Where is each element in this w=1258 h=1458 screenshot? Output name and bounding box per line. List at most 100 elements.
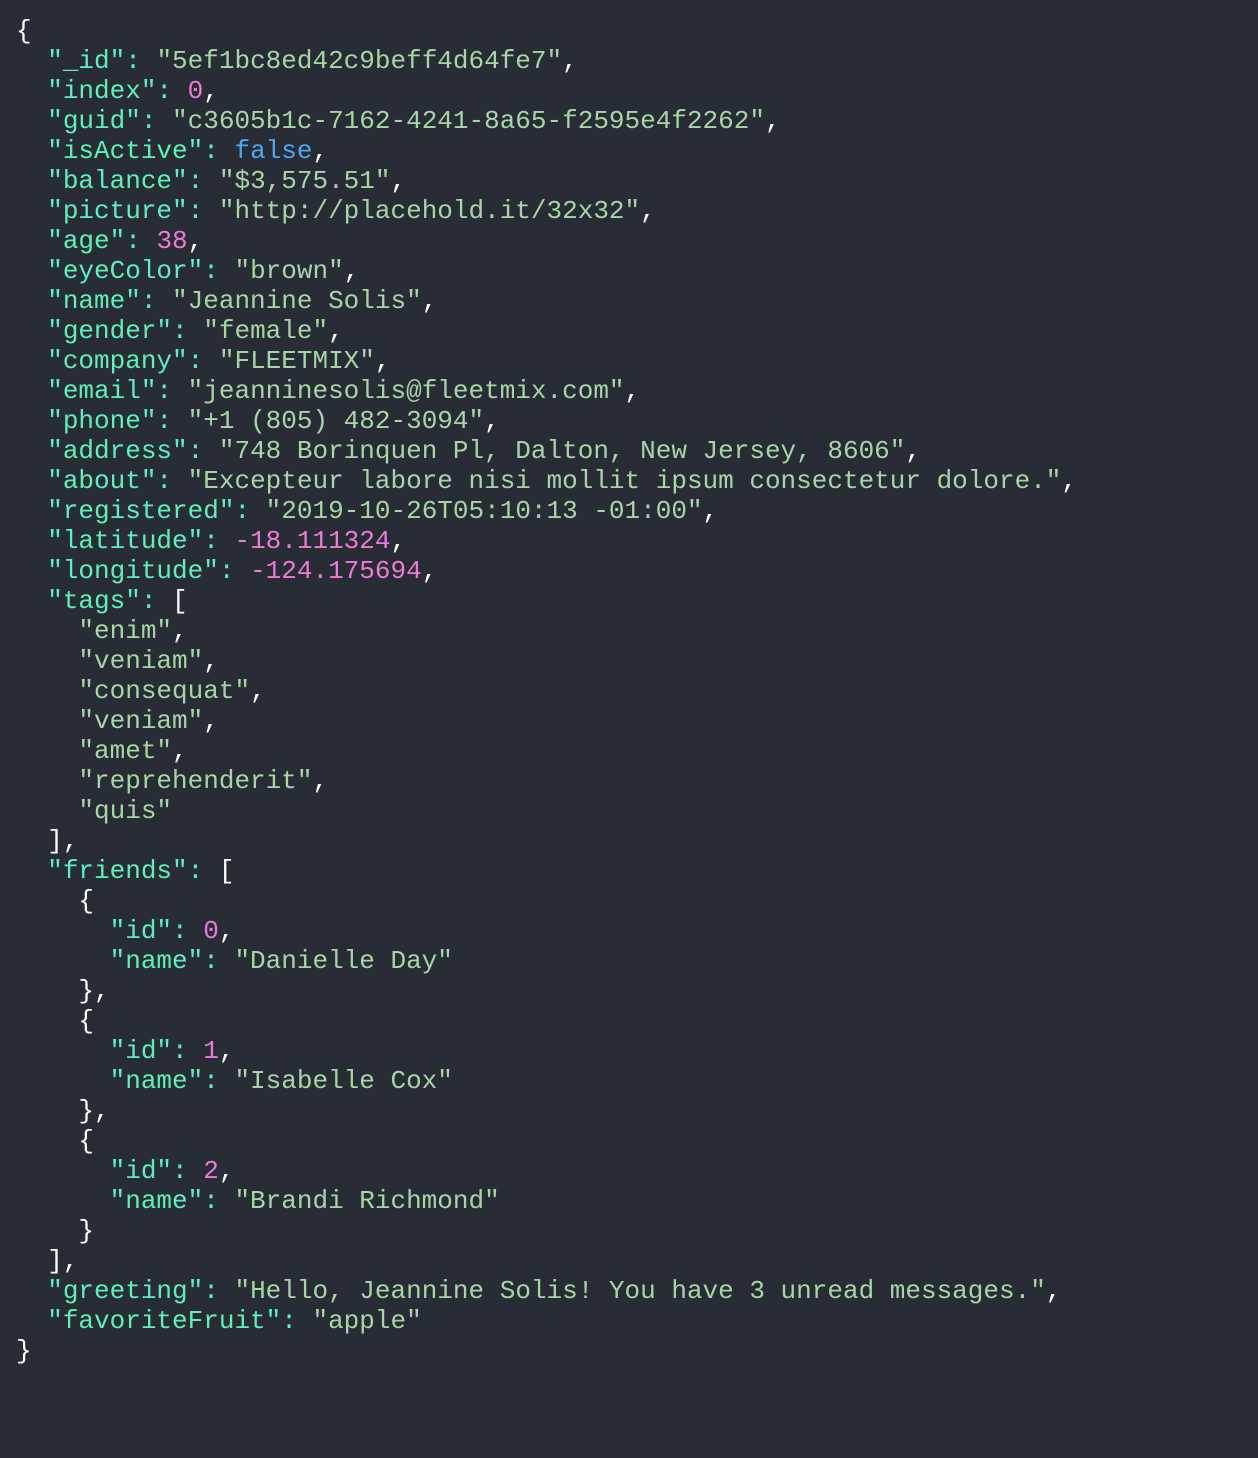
json-line: } <box>16 1216 1077 1246</box>
json-string-value: "reprehenderit" <box>78 766 313 796</box>
json-line: "index": 0, <box>16 76 1077 106</box>
json-object-open: { <box>78 886 95 916</box>
json-line: "company": "FLEETMIX", <box>16 346 1077 376</box>
json-comma: , <box>203 706 219 736</box>
json-key: "balance": <box>47 166 204 196</box>
json-comma: , <box>421 556 438 586</box>
json-key: "name": <box>47 286 157 316</box>
json-line: "veniam", <box>16 706 1077 736</box>
json-string-value: "c3605b1c-7162-4241-8a65-f2595e4f2262" <box>172 106 765 136</box>
json-line: }, <box>16 1096 1077 1126</box>
json-string-value: "consequat" <box>78 676 251 706</box>
json-line: "favoriteFruit": "apple" <box>16 1306 1077 1336</box>
json-comma: , <box>1061 466 1078 496</box>
json-line: "name": "Isabelle Cox" <box>16 1066 1077 1096</box>
json-string-value: "2019-10-26T05:10:13 -01:00" <box>265 496 703 526</box>
json-number-value: 2 <box>203 1156 219 1186</box>
json-key: "favoriteFruit": <box>47 1306 297 1336</box>
json-object-open: { <box>78 1006 95 1036</box>
json-key: "registered": <box>47 496 251 526</box>
json-number-value: 1 <box>203 1036 219 1066</box>
json-comma: , <box>312 136 329 166</box>
json-array-close: ] <box>47 826 63 856</box>
json-string-value: "amet" <box>78 736 173 766</box>
json-line: { <box>16 886 1077 916</box>
json-line: "eyeColor": "brown", <box>16 256 1077 286</box>
json-string-value: "female" <box>203 316 329 346</box>
json-line: "phone": "+1 (805) 482-3094", <box>16 406 1077 436</box>
json-line: "quis" <box>16 796 1077 826</box>
json-line: "consequat", <box>16 676 1077 706</box>
json-key: "email": <box>47 376 173 406</box>
json-key: "guid": <box>47 106 157 136</box>
json-line: "name": "Brandi Richmond" <box>16 1186 1077 1216</box>
json-string-value: "Isabelle Cox" <box>234 1066 453 1096</box>
json-number-value: 0 <box>187 76 204 106</box>
json-string-value: "brown" <box>234 256 344 286</box>
json-line: "friends": [ <box>16 856 1077 886</box>
json-line: "guid": "c3605b1c-7162-4241-8a65-f2595e4… <box>16 106 1077 136</box>
json-line: ], <box>16 1246 1077 1276</box>
json-line: "veniam", <box>16 646 1077 676</box>
json-line: "registered": "2019-10-26T05:10:13 -01:0… <box>16 496 1077 526</box>
json-line: "amet", <box>16 736 1077 766</box>
json-key: "latitude": <box>47 526 219 556</box>
json-string-value: "quis" <box>78 796 173 826</box>
json-key: "name": <box>109 1066 219 1096</box>
json-string-value: "Jeannine Solis" <box>172 286 422 316</box>
json-line: "gender": "female", <box>16 316 1077 346</box>
json-array-open: [ <box>172 586 188 616</box>
json-line: "email": "jeanninesolis@fleetmix.com", <box>16 376 1077 406</box>
json-key: "isActive": <box>47 136 219 166</box>
json-comma: , <box>343 256 360 286</box>
json-line: "greeting": "Hello, Jeannine Solis! You … <box>16 1276 1077 1306</box>
json-comma: , <box>1045 1276 1062 1306</box>
json-string-value: "veniam" <box>78 706 204 736</box>
json-line: { <box>16 16 1077 46</box>
json-array-close: ] <box>47 1246 63 1276</box>
json-string-value: "jeanninesolis@fleetmix.com" <box>187 376 625 406</box>
json-key: "company": <box>47 346 204 376</box>
json-object-open: { <box>16 16 32 46</box>
json-key: "phone": <box>47 406 173 436</box>
json-key: "name": <box>109 946 219 976</box>
json-comma: , <box>94 1096 110 1126</box>
json-comma: , <box>421 286 438 316</box>
json-comma: , <box>905 436 921 466</box>
json-line: "longitude": -124.175694, <box>16 556 1077 586</box>
json-string-value: "veniam" <box>78 646 204 676</box>
json-comma: , <box>250 676 266 706</box>
json-object-open: { <box>78 1126 95 1156</box>
json-key: "id": <box>109 1156 188 1186</box>
json-viewer: { "_id": "5ef1bc8ed42c9beff4d64fe7", "in… <box>16 16 1077 1366</box>
json-comma: , <box>702 496 719 526</box>
json-boolean-value: false <box>234 136 313 166</box>
json-line: } <box>16 1336 1077 1366</box>
json-line: "id": 1, <box>16 1036 1077 1066</box>
json-string-value: "+1 (805) 482-3094" <box>187 406 485 436</box>
json-comma: , <box>218 1156 235 1186</box>
json-string-value: "5ef1bc8ed42c9beff4d64fe7" <box>156 46 563 76</box>
json-key: "eyeColor": <box>47 256 219 286</box>
json-line: "name": "Jeannine Solis", <box>16 286 1077 316</box>
json-comma: , <box>374 346 391 376</box>
json-comma: , <box>640 196 656 226</box>
json-line: "id": 2, <box>16 1156 1077 1186</box>
json-object-close: } <box>78 976 95 1006</box>
json-line: "id": 0, <box>16 916 1077 946</box>
json-string-value: "FLEETMIX" <box>218 346 375 376</box>
json-string-value: "http://placehold.it/32x32" <box>218 196 641 226</box>
json-key: "tags": <box>47 586 157 616</box>
json-comma: , <box>94 976 110 1006</box>
json-line: "picture": "http://placehold.it/32x32", <box>16 196 1077 226</box>
json-line: "balance": "$3,575.51", <box>16 166 1077 196</box>
json-comma: , <box>172 736 188 766</box>
json-comma: , <box>312 766 329 796</box>
json-line: "about": "Excepteur labore nisi mollit i… <box>16 466 1077 496</box>
json-array-open: [ <box>218 856 235 886</box>
json-string-value: "enim" <box>78 616 173 646</box>
json-comma: , <box>218 1036 235 1066</box>
json-line: "_id": "5ef1bc8ed42c9beff4d64fe7", <box>16 46 1077 76</box>
json-object-close: } <box>16 1336 32 1366</box>
json-comma: , <box>624 376 641 406</box>
